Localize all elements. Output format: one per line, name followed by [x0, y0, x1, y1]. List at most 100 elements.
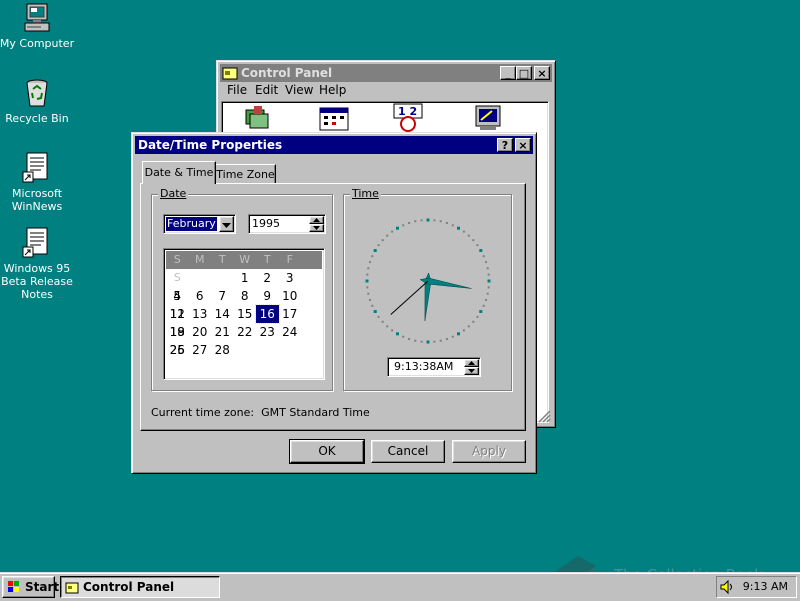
calendar-day[interactable]: 8: [234, 287, 257, 305]
taskbar: Start Control Panel 9:13 AM: [0, 572, 800, 601]
time-up-button[interactable]: [464, 359, 479, 367]
calendar-week-row: 26 27 28: [166, 341, 322, 359]
calendar-day[interactable]: 19: [166, 323, 189, 341]
calendar-day[interactable]: 1: [234, 269, 257, 287]
regional-cpl-icon[interactable]: 1 2: [392, 102, 424, 135]
year-up-button[interactable]: [309, 216, 324, 224]
weekday-header: T: [263, 253, 271, 266]
tab-page: Date February 1995 S M T W T FS 1 2 34 5…: [140, 183, 526, 431]
close-button[interactable]: ×: [534, 66, 550, 80]
datetime-dialog-titlebar[interactable]: Date/Time Properties ? ×: [135, 136, 533, 154]
calendar-day[interactable]: 27: [189, 341, 212, 359]
control-panel-icon: [65, 582, 79, 594]
tray-clock[interactable]: 9:13 AM: [743, 580, 788, 593]
recycle-bin-icon: [21, 77, 53, 109]
year-spinner[interactable]: 1995: [248, 214, 326, 234]
calendar-day[interactable]: 2: [256, 269, 279, 287]
calendar-day[interactable]: 7: [211, 287, 234, 305]
clock-minute-mark: [408, 338, 411, 340]
start-button[interactable]: Start: [2, 576, 59, 598]
maximize-button[interactable]: □: [516, 66, 532, 80]
clock-minute-mark: [439, 220, 442, 223]
calendar-day[interactable]: 23: [256, 323, 279, 341]
desktop-icon-my-computer[interactable]: My Computer: [0, 2, 77, 50]
clock-minute-mark: [476, 315, 479, 318]
display-cpl-icon[interactable]: [242, 104, 274, 135]
clock-hour-mark: [479, 310, 483, 313]
minimize-button[interactable]: _: [500, 66, 516, 80]
clock-minute-mark: [445, 222, 448, 224]
time-down-button[interactable]: [464, 367, 479, 375]
speaker-icon[interactable]: [719, 579, 735, 595]
month-dropdown-button[interactable]: [219, 216, 234, 232]
calendar-day[interactable]: 5: [166, 287, 189, 305]
year-down-button[interactable]: [309, 224, 324, 232]
calendar-day[interactable]: 17: [279, 305, 302, 323]
clock-hour-mark: [457, 226, 460, 230]
clock-hour-mark: [426, 340, 430, 344]
control-panel-menubar: File Edit View Help: [223, 83, 543, 101]
clock-hour-mark: [373, 310, 377, 313]
calendar-day[interactable]: 15: [234, 305, 257, 323]
clock-hour-mark: [396, 226, 399, 230]
clock-minute-mark: [386, 234, 389, 237]
calendar-day[interactable]: 12: [166, 305, 189, 323]
tab-date-time[interactable]: Date & Time: [142, 161, 216, 184]
date-group-label: Date: [158, 187, 189, 200]
time-spinner[interactable]: 9:13:38AM: [387, 357, 481, 377]
apply-label: Apply: [472, 444, 506, 458]
close-button[interactable]: ×: [515, 138, 531, 152]
calendar-day[interactable]: 21: [211, 323, 234, 341]
help-button[interactable]: ?: [497, 138, 513, 152]
clock-minute-mark: [472, 239, 475, 242]
system-cpl-icon[interactable]: [472, 104, 504, 135]
taskbar-button-control-panel[interactable]: Control Panel: [60, 576, 220, 598]
calendar-day[interactable]: 9: [256, 287, 279, 305]
clock-minute-mark: [485, 298, 487, 301]
clock-minute-mark: [369, 261, 371, 264]
menu-file[interactable]: File: [227, 83, 247, 97]
taskbar-button-label: Control Panel: [83, 580, 175, 594]
apply-button[interactable]: Apply: [452, 440, 526, 463]
calendar-day[interactable]: 26: [166, 341, 189, 359]
year-value[interactable]: 1995: [252, 217, 280, 230]
clock-minute-mark: [487, 286, 490, 289]
clock-minute-mark: [467, 325, 470, 328]
calendar-day[interactable]: 24: [279, 323, 302, 341]
clock-hour-mark: [426, 218, 430, 222]
resize-grip[interactable]: [537, 409, 551, 423]
calendar-day[interactable]: 22: [234, 323, 257, 341]
cancel-button[interactable]: Cancel: [371, 440, 445, 463]
desktop-icon-winnews[interactable]: Microsoft WinNews: [0, 152, 77, 213]
tab-time-zone[interactable]: Time Zone: [215, 164, 276, 184]
clock-hour-mark: [396, 332, 399, 336]
menu-edit[interactable]: Edit: [255, 83, 278, 97]
weekday-header: M: [195, 253, 205, 266]
clock-minute-mark: [371, 304, 374, 307]
calendar-day[interactable]: 10: [279, 287, 302, 305]
clock-minute-mark: [433, 340, 436, 343]
datetime-cpl-icon[interactable]: [318, 104, 352, 135]
calendar-day[interactable]: 14: [211, 305, 234, 323]
arrow-up-icon: [313, 218, 320, 222]
clock-minute-mark: [366, 286, 369, 289]
desktop-icon-release-notes[interactable]: Windows 95 Beta Release Notes: [0, 227, 77, 301]
ok-button[interactable]: OK: [289, 439, 365, 464]
calendar-day[interactable]: 13: [189, 305, 212, 323]
desktop-icon-recycle-bin[interactable]: Recycle Bin: [0, 77, 77, 125]
month-dropdown[interactable]: February: [163, 214, 236, 234]
weekday-header: T: [218, 253, 226, 266]
control-panel-titlebar[interactable]: Control Panel _ □ ×: [220, 64, 552, 82]
calendar-day[interactable]: 28: [211, 341, 234, 359]
calendar-day[interactable]: 3: [279, 269, 302, 287]
calendar-day[interactable]: 6: [189, 287, 212, 305]
time-value[interactable]: 9:13:38AM: [394, 360, 453, 373]
calendar-day-selected[interactable]: 16: [255, 304, 280, 324]
time-groupbox: Time 9:13:38AM: [343, 187, 512, 391]
arrow-down-icon: [468, 369, 475, 373]
calendar-day[interactable]: 20: [189, 323, 212, 341]
datetime-dialog[interactable]: Date/Time Properties ? × Date & Time Tim…: [131, 132, 537, 474]
menu-view[interactable]: View: [285, 83, 313, 97]
menu-help[interactable]: Help: [319, 83, 346, 97]
calendar-grid[interactable]: S M T W T FS 1 2 34 5 6 7 8 9 1011 12 13 14 15 16 1718 19…: [163, 248, 325, 380]
